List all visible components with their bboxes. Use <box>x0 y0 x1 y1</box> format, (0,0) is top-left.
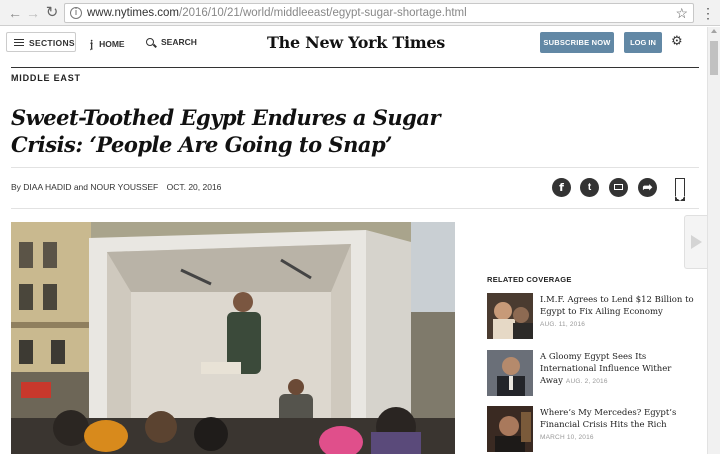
related-thumbnail-art <box>487 350 533 396</box>
lead-photo-illustration <box>11 222 455 454</box>
related-thumbnail-art <box>487 406 533 452</box>
forward-arrow-icon[interactable]: → <box>24 4 42 22</box>
byline: By DIAA HADID and NOUR YOUSSEF OCT. 20, … <box>11 182 221 192</box>
logo-text: The New York Times <box>267 33 445 52</box>
related-item-text[interactable]: Where’s My Mercedes? Egypt’s Financial C… <box>540 407 700 444</box>
twitter-share-icon[interactable]: t <box>580 178 599 197</box>
address-bar[interactable]: i www.nytimes.com/2016/10/21/world/middl… <box>64 3 694 23</box>
gear-icon[interactable]: ⚙ <box>671 35 683 49</box>
related-thumbnail[interactable] <box>487 293 533 339</box>
byline-authors: By DIAA HADID and NOUR YOUSSEF <box>11 182 159 192</box>
facebook-glyph: f <box>559 181 564 194</box>
related-item[interactable]: A Gloomy Egypt Sees Its International In… <box>487 350 697 398</box>
article-headline: Sweet-Toothed Egypt Endures a Sugar Cris… <box>11 105 441 157</box>
related-thumbnail[interactable] <box>487 350 533 396</box>
twitter-glyph: t <box>587 182 592 193</box>
related-item-text[interactable]: A Gloomy Egypt Sees Its International In… <box>540 351 700 388</box>
related-title[interactable]: Where’s My Mercedes? Egypt’s Financial C… <box>540 408 676 430</box>
related-thumbnail[interactable] <box>487 406 533 452</box>
byline-divider <box>11 208 699 209</box>
next-article-arrow[interactable] <box>684 215 707 269</box>
related-date: MARCH 10, 2016 <box>540 434 594 441</box>
login-button[interactable]: LOG IN <box>624 32 662 53</box>
related-item-text[interactable]: I.M.F. Agrees to Lend $12 Billion to Egy… <box>540 294 700 331</box>
back-arrow-icon[interactable]: ← <box>6 4 24 22</box>
share-arrow-glyph: ➦ <box>642 180 653 194</box>
section-kicker[interactable]: MIDDLE EAST <box>11 73 81 83</box>
info-icon[interactable]: i <box>70 7 82 19</box>
browser-toolbar: ← → ↻ i www.nytimes.com/2016/10/21/world… <box>0 0 720 26</box>
related-thumbnail-art <box>487 293 533 339</box>
facebook-share-icon[interactable]: f <box>552 178 571 197</box>
subscribe-button[interactable]: SUBSCRIBE NOW <box>540 32 614 53</box>
related-title[interactable]: I.M.F. Agrees to Lend $12 Billion to Egy… <box>540 295 694 317</box>
headline-divider <box>11 167 699 168</box>
bookmark-star-icon[interactable]: ☆ <box>675 5 688 22</box>
related-item[interactable]: I.M.F. Agrees to Lend $12 Billion to Egy… <box>487 293 697 341</box>
related-item[interactable]: Where’s My Mercedes? Egypt’s Financial C… <box>487 406 697 454</box>
top-divider <box>11 67 699 68</box>
related-date: AUG. 2, 2016 <box>565 378 608 385</box>
lead-photo[interactable] <box>11 222 455 454</box>
site-header: SECTIONS 𝔧 HOME SEARCH The New York Times… <box>0 27 707 60</box>
publish-date: OCT. 20, 2016 <box>166 182 222 192</box>
related-coverage-heading: RELATED COVERAGE <box>487 275 572 284</box>
url-host: www.nytimes.com <box>87 7 180 19</box>
email-share-icon[interactable] <box>609 178 628 197</box>
reload-icon[interactable]: ↻ <box>43 4 61 22</box>
browser-menu-icon[interactable]: ⋮ <box>700 4 716 22</box>
url-path: /2016/10/21/world/middleeast/egypt-sugar… <box>179 7 467 19</box>
related-date: AUG. 11, 2016 <box>540 321 586 328</box>
more-share-icon[interactable]: ➦ <box>638 178 657 197</box>
page-scrollbar[interactable] <box>707 27 720 454</box>
url-text[interactable]: www.nytimes.com/2016/10/21/world/middlee… <box>87 7 467 19</box>
envelope-icon <box>614 184 623 190</box>
chevron-right-icon <box>691 235 702 249</box>
save-article-icon[interactable] <box>675 178 685 201</box>
